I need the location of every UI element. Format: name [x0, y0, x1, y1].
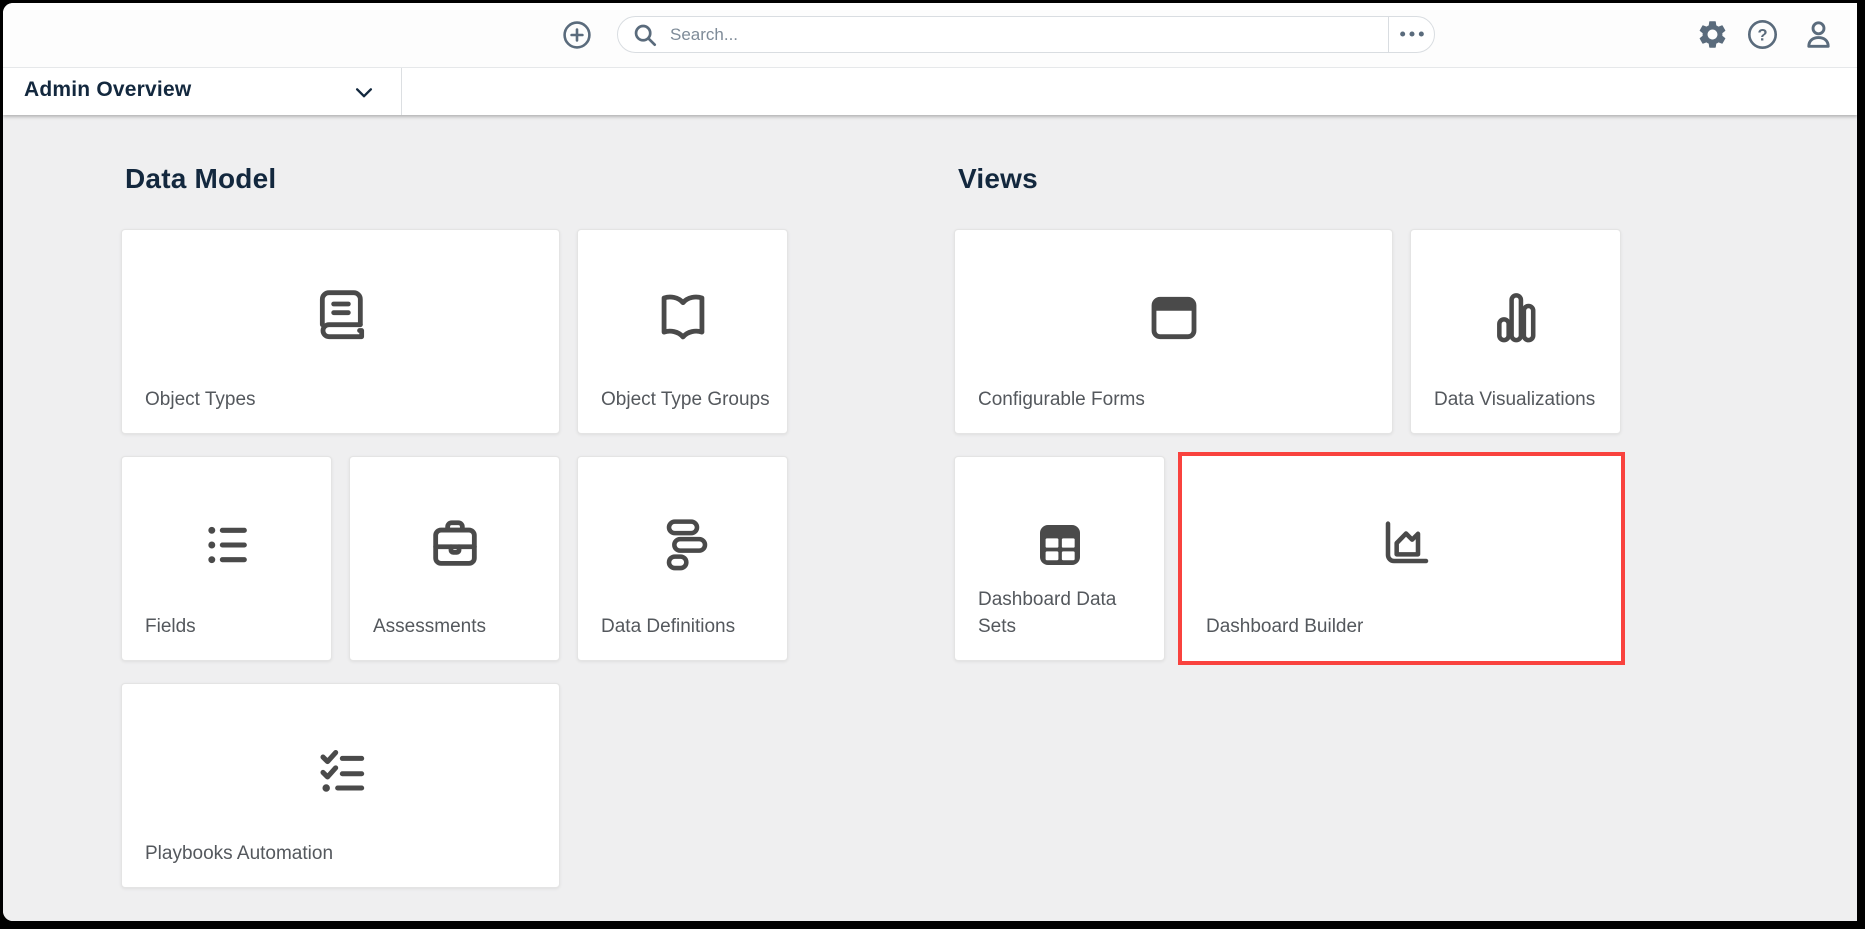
user-profile-button[interactable] — [1801, 19, 1835, 53]
card-dashboard-builder[interactable]: Dashboard Builder — [1182, 456, 1621, 661]
bar-chart-icon — [1484, 286, 1548, 350]
search-icon — [631, 21, 659, 49]
nav-divider — [401, 68, 402, 115]
card-label: Assessments — [373, 616, 486, 637]
search-input[interactable] — [668, 23, 1388, 46]
chevron-down-icon — [353, 82, 375, 109]
section-title: Data Model — [125, 163, 277, 194]
card-grid: Object Types Object Type Groups Fields A… — [121, 229, 788, 888]
data-table-icon — [1028, 513, 1092, 577]
card-label: Playbooks Automation — [145, 843, 334, 864]
quick-add-button[interactable] — [561, 19, 593, 51]
bullet-list-icon — [195, 513, 259, 577]
plus-circle-icon — [561, 21, 593, 54]
card-label: Object Type Groups — [601, 389, 770, 410]
window-icon — [1142, 286, 1206, 350]
card-label: Configurable Forms — [978, 389, 1145, 410]
checklist-icon — [309, 740, 373, 804]
admin-overview-content: Data Model Object Types Object Type Grou… — [3, 114, 1857, 921]
section-data-model: Data Model Object Types Object Type Grou… — [121, 160, 788, 888]
card-data-definitions[interactable]: Data Definitions — [577, 456, 788, 661]
card-dashboard-data-sets[interactable]: Dashboard Data Sets — [954, 456, 1165, 661]
help-question-icon: ? — [1746, 18, 1779, 54]
area-chart-icon — [1370, 513, 1434, 577]
help-button[interactable]: ? — [1745, 19, 1779, 53]
card-fields[interactable]: Fields — [121, 456, 332, 661]
card-label: Dashboard Data Sets — [978, 589, 1117, 637]
top-bar: ? — [3, 3, 1857, 67]
card-object-type-groups[interactable]: Object Type Groups — [577, 229, 788, 434]
ellipsis-icon — [1398, 27, 1426, 42]
view-nav-bar: Admin Overview — [3, 67, 1857, 115]
open-book-icon — [651, 286, 715, 350]
search-options-button[interactable] — [1388, 17, 1434, 52]
card-playbooks-automation[interactable]: Playbooks Automation — [121, 683, 560, 888]
card-object-types[interactable]: Object Types — [121, 229, 560, 434]
current-view-label: Admin Overview — [24, 78, 192, 101]
settings-gear-icon — [1696, 18, 1729, 54]
svg-text:?: ? — [1757, 26, 1767, 44]
card-label: Data Definitions — [601, 616, 736, 637]
book-icon — [309, 286, 373, 350]
card-label: Object Types — [145, 389, 256, 410]
card-assessments[interactable]: Assessments — [349, 456, 560, 661]
search-bar[interactable] — [617, 16, 1435, 53]
card-data-visualizations[interactable]: Data Visualizations — [1410, 229, 1621, 434]
user-profile-icon — [1802, 18, 1835, 54]
section-views: Views Configurable Forms Data Visualizat… — [954, 160, 1621, 661]
card-label: Fields — [145, 616, 196, 637]
view-selector-dropdown[interactable]: Admin Overview — [3, 68, 401, 115]
section-title: Views — [958, 163, 1038, 194]
app-window: ? Admin Overview Data Model — [3, 3, 1857, 921]
card-label: Dashboard Builder — [1206, 616, 1364, 637]
briefcase-icon — [423, 513, 487, 577]
data-blocks-icon — [651, 513, 715, 577]
card-label: Data Visualizations — [1434, 389, 1596, 410]
settings-button[interactable] — [1695, 19, 1729, 53]
card-grid: Configurable Forms Data Visualizations D… — [954, 229, 1621, 661]
card-configurable-forms[interactable]: Configurable Forms — [954, 229, 1393, 434]
